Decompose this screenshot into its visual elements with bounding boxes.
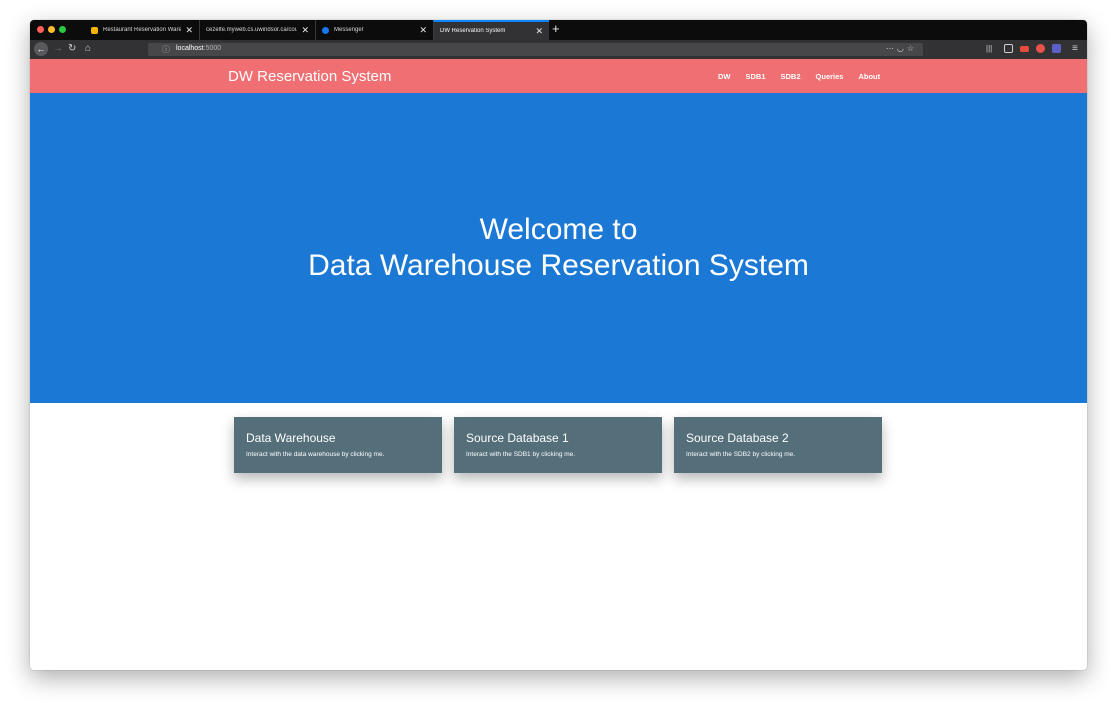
info-icon[interactable]: ⓘ: [162, 44, 170, 55]
card-text: Interact with the SDB2 by clicking me.: [686, 451, 796, 458]
close-icon[interactable]: ✕: [301, 25, 309, 36]
minimize-window-button[interactable]: [48, 26, 55, 33]
site-nav-links: DW SDB1 SDB2 Queries About: [718, 72, 880, 81]
sidebar-icon[interactable]: [1004, 44, 1013, 53]
tab-dw-reservation[interactable]: DW Reservation System ✕: [433, 20, 549, 40]
url-port: :5000: [203, 45, 222, 52]
forward-icon[interactable]: →: [53, 43, 63, 55]
browser-window: Restaurant Reservation Wareh ✕ cezelfe.m…: [30, 20, 1087, 670]
tab-title: Restaurant Reservation Wareh: [103, 27, 182, 33]
hero-heading-line2: Data Warehouse Reservation System: [308, 249, 809, 282]
tab-messenger[interactable]: Messenger ✕: [315, 20, 433, 40]
nav-link-queries[interactable]: Queries: [816, 72, 844, 81]
library-icon[interactable]: |||: [986, 43, 992, 55]
new-tab-button[interactable]: +: [552, 21, 560, 36]
card-text: Interact with the SDB1 by clicking me.: [466, 451, 576, 458]
url-actions: ⋯◡☆: [886, 44, 917, 53]
close-icon[interactable]: ✕: [419, 25, 427, 36]
card-text: Interact with the data warehouse by clic…: [246, 451, 385, 458]
card-source-database-1[interactable]: Source Database 1 Interact with the SDB1…: [454, 417, 662, 473]
card-title: Source Database 2: [686, 431, 789, 445]
hero-heading-line1: Welcome to: [479, 213, 638, 246]
url-host: localhost: [176, 45, 204, 52]
extension-red-icon[interactable]: [1020, 46, 1029, 52]
back-icon[interactable]: ←: [34, 42, 48, 56]
tab-strip: Restaurant Reservation Wareh ✕ cezelfe.m…: [30, 20, 1087, 40]
nav-link-about[interactable]: About: [858, 72, 880, 81]
more-icon[interactable]: ⋯: [886, 44, 897, 53]
nav-link-dw[interactable]: DW: [718, 72, 731, 81]
hero-banner: Welcome to Data Warehouse Reservation Sy…: [30, 93, 1087, 403]
nav-toolbar: ← → ↻ ⌂ ⓘ localhost:5000 ⋯◡☆ ||| ≡: [30, 40, 1087, 59]
card-title: Source Database 1: [466, 431, 569, 445]
close-icon[interactable]: ✕: [185, 25, 193, 36]
extension-shield-icon[interactable]: [1036, 44, 1045, 53]
reload-icon[interactable]: ↻: [68, 43, 76, 55]
tab-title: DW Reservation System: [440, 28, 506, 34]
nav-link-sdb2[interactable]: SDB2: [781, 72, 801, 81]
tab-uwindsor[interactable]: cezelfe.myweb.cs.uwindsor.ca/cou ✕: [199, 20, 315, 40]
tab-title: Messenger: [334, 27, 364, 33]
close-window-button[interactable]: [37, 26, 44, 33]
extension-purple-icon[interactable]: [1052, 44, 1061, 53]
pocket-icon[interactable]: ◡: [897, 44, 907, 53]
nav-link-sdb1[interactable]: SDB1: [746, 72, 766, 81]
site-brand[interactable]: DW Reservation System: [228, 68, 391, 85]
tab-restaurant-reservation[interactable]: Restaurant Reservation Wareh ✕: [85, 20, 199, 40]
close-icon[interactable]: ✕: [535, 26, 543, 37]
messenger-icon: [322, 26, 329, 34]
home-icon[interactable]: ⌂: [85, 43, 91, 55]
menu-icon[interactable]: ≡: [1072, 43, 1078, 55]
tab-title: cezelfe.myweb.cs.uwindsor.ca/cou: [206, 27, 298, 33]
url-bar[interactable]: ⓘ localhost:5000 ⋯◡☆: [148, 43, 923, 56]
bookmark-star-icon[interactable]: ☆: [907, 44, 917, 53]
document-icon: [91, 26, 98, 34]
url-text[interactable]: localhost:5000: [176, 45, 221, 52]
card-source-database-2[interactable]: Source Database 2 Interact with the SDB2…: [674, 417, 882, 473]
card-data-warehouse[interactable]: Data Warehouse Interact with the data wa…: [234, 417, 442, 473]
site-navbar: DW Reservation System DW SDB1 SDB2 Queri…: [30, 59, 1087, 93]
card-row: Data Warehouse Interact with the data wa…: [234, 417, 882, 473]
maximize-window-button[interactable]: [59, 26, 66, 33]
card-title: Data Warehouse: [246, 431, 336, 445]
